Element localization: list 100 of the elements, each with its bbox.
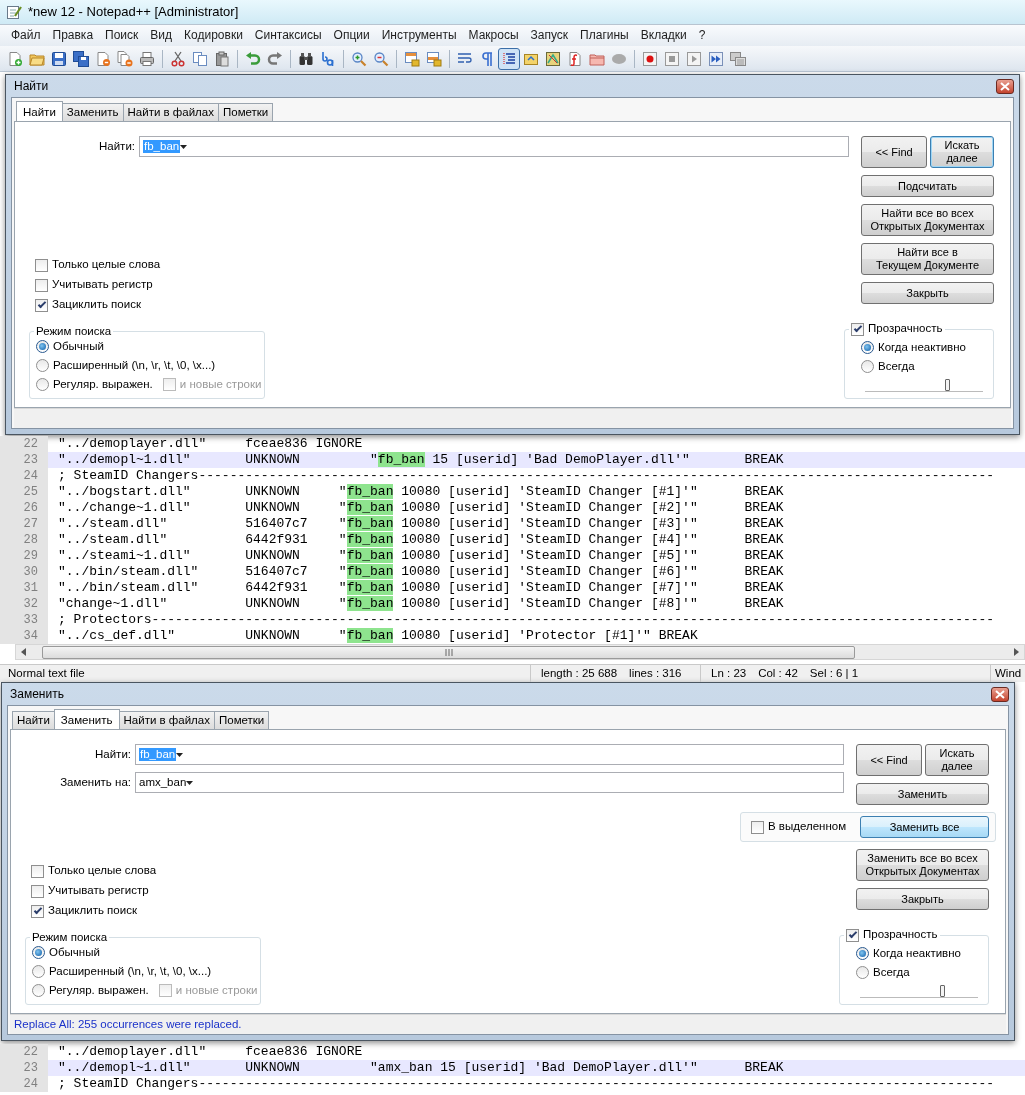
status-text: Wind — [995, 666, 1022, 681]
radio-label[interactable]: Регуляр. выражен. — [49, 983, 149, 998]
radio-label[interactable]: Обычный — [53, 339, 104, 354]
radio-button[interactable] — [861, 341, 874, 354]
line-number: 24 — [0, 1076, 48, 1092]
radio-label[interactable]: Регуляр. выражен. — [53, 377, 153, 392]
radio-label[interactable]: Расширенный (\n, \r, \t, \0, \x...) — [49, 964, 212, 979]
zoom-in-icon — [351, 50, 367, 67]
checkbox-label[interactable]: Учитывать регистр — [48, 884, 149, 898]
status-text: length : 25 688 — [541, 666, 618, 681]
close-icon — [995, 689, 1005, 699]
menu-item[interactable]: Макросы — [462, 28, 525, 43]
checkbox[interactable] — [31, 884, 44, 898]
checkbox-label[interactable]: Только целые слова — [48, 864, 157, 878]
button[interactable]: Закрыть — [856, 888, 989, 910]
radio-button[interactable] — [36, 340, 49, 353]
tab[interactable]: Найти в файлах — [118, 711, 215, 729]
checkbox-label[interactable]: Прозрачность — [863, 929, 938, 941]
radio-button[interactable] — [36, 378, 49, 391]
checkbox-label[interactable]: Учитывать регистр — [52, 278, 153, 292]
checkbox[interactable] — [851, 322, 864, 336]
button[interactable]: Искать далее — [925, 744, 989, 776]
radio-button[interactable] — [32, 984, 45, 997]
tab[interactable]: Пометки — [213, 711, 270, 729]
checkbox[interactable] — [35, 298, 48, 312]
tab[interactable]: Найти в файлах — [122, 103, 219, 121]
scroll-right-icon[interactable] — [1012, 648, 1020, 656]
menu-item[interactable]: Кодировки — [178, 28, 249, 43]
slider-thumb[interactable] — [939, 985, 945, 997]
macro-list-icon — [730, 50, 746, 67]
radio-label[interactable]: Расширенный (\n, \r, \t, \0, \x...) — [53, 358, 216, 373]
close-button[interactable] — [996, 78, 1014, 94]
status-message: Replace All: 255 occurrences were replaced. — [14, 1017, 242, 1032]
slider-track[interactable] — [865, 378, 983, 392]
button[interactable]: Закрыть — [861, 282, 994, 304]
radio-label[interactable]: Когда неактивно — [873, 946, 961, 961]
menu-item[interactable]: Запуск — [524, 28, 575, 43]
menu-item[interactable]: Плагины — [574, 28, 635, 43]
combo-field[interactable]: amx_ban — [135, 772, 844, 793]
radio-button[interactable] — [32, 946, 45, 959]
menu-item[interactable]: Инструменты — [375, 28, 463, 43]
checkbox[interactable] — [31, 904, 44, 918]
checkbox-label[interactable]: Зациклить поиск — [48, 904, 137, 918]
notepad-icon — [6, 4, 22, 20]
menu-item[interactable]: Правка — [46, 28, 100, 43]
button[interactable]: Подсчитать — [861, 175, 994, 197]
menu-item[interactable]: Вкладки — [634, 28, 693, 43]
menu-item[interactable]: ? — [692, 28, 712, 43]
button[interactable]: << Find — [861, 136, 928, 168]
status-text: Normal text file — [8, 666, 85, 681]
button[interactable]: Найти все во всех Открытых Документах — [861, 204, 994, 236]
window-title: *new 12 - Notepad++ [Administrator] — [28, 4, 239, 20]
checkbox[interactable] — [31, 864, 44, 878]
tab[interactable]: Пометки — [217, 103, 274, 121]
checkbox[interactable] — [846, 928, 859, 942]
horizontal-scrollbar[interactable] — [15, 644, 1025, 660]
checkbox-label[interactable]: Только целые слова — [52, 258, 161, 272]
menu-item[interactable]: Файл — [5, 28, 47, 43]
checkbox[interactable] — [751, 820, 764, 834]
radio-button[interactable] — [36, 359, 49, 372]
radio-button[interactable] — [856, 966, 869, 979]
button[interactable]: Заменить все во всех Открытых Документах — [856, 849, 989, 881]
radio-label[interactable]: Всегда — [878, 359, 915, 374]
checkbox-label[interactable]: Зациклить поиск — [52, 298, 141, 312]
code-line: "change~1.dll" UNKNOWN "fb_ban 10080 [userid] 'SteamID Changer [#8]'" BREAK — [57, 596, 785, 612]
slider-track[interactable] — [860, 984, 978, 998]
checkbox[interactable] — [35, 258, 48, 272]
line-number: 28 — [0, 532, 48, 548]
checkbox-label[interactable]: В выделенном — [768, 820, 847, 834]
tab[interactable]: Заменить — [61, 103, 124, 121]
tab[interactable]: Заменить — [53, 709, 120, 729]
menu-item[interactable]: Поиск — [99, 28, 145, 43]
radio-label[interactable]: Когда неактивно — [878, 340, 966, 355]
tab[interactable]: Найти — [12, 711, 55, 729]
radio-button[interactable] — [861, 360, 874, 373]
close-button[interactable] — [991, 686, 1009, 702]
radio-button[interactable] — [32, 965, 45, 978]
button[interactable]: Заменить — [856, 783, 989, 805]
tab[interactable]: Найти — [16, 101, 63, 121]
button[interactable]: Найти все в Текущем Документе — [861, 243, 994, 275]
scroll-left-icon[interactable] — [20, 648, 28, 656]
menu-item[interactable]: Вид — [144, 28, 179, 43]
status-text: Ln : 23 — [711, 666, 747, 681]
floppy-disks-icon — [73, 50, 89, 67]
checkbox-label[interactable]: Прозрачность — [868, 323, 943, 335]
checkbox[interactable] — [35, 278, 48, 292]
dialog-title: Найти — [14, 78, 49, 94]
button[interactable]: << Find — [856, 744, 923, 776]
code-line: "../demoplayer.dll" fceae836 IGNORE — [57, 436, 364, 452]
menu-item[interactable]: Опции — [327, 28, 376, 43]
toolbar-button[interactable] — [498, 47, 520, 70]
radio-button[interactable] — [856, 947, 869, 960]
button[interactable]: Искать далее — [930, 136, 994, 168]
radio-label[interactable]: Всегда — [873, 965, 910, 980]
slider-thumb[interactable] — [944, 379, 950, 391]
close-files-icon — [117, 50, 133, 67]
line-number: 30 — [0, 564, 48, 580]
button[interactable]: Заменить все — [860, 816, 989, 838]
radio-label[interactable]: Обычный — [49, 945, 100, 960]
menu-item[interactable]: Синтаксисы — [248, 28, 328, 43]
